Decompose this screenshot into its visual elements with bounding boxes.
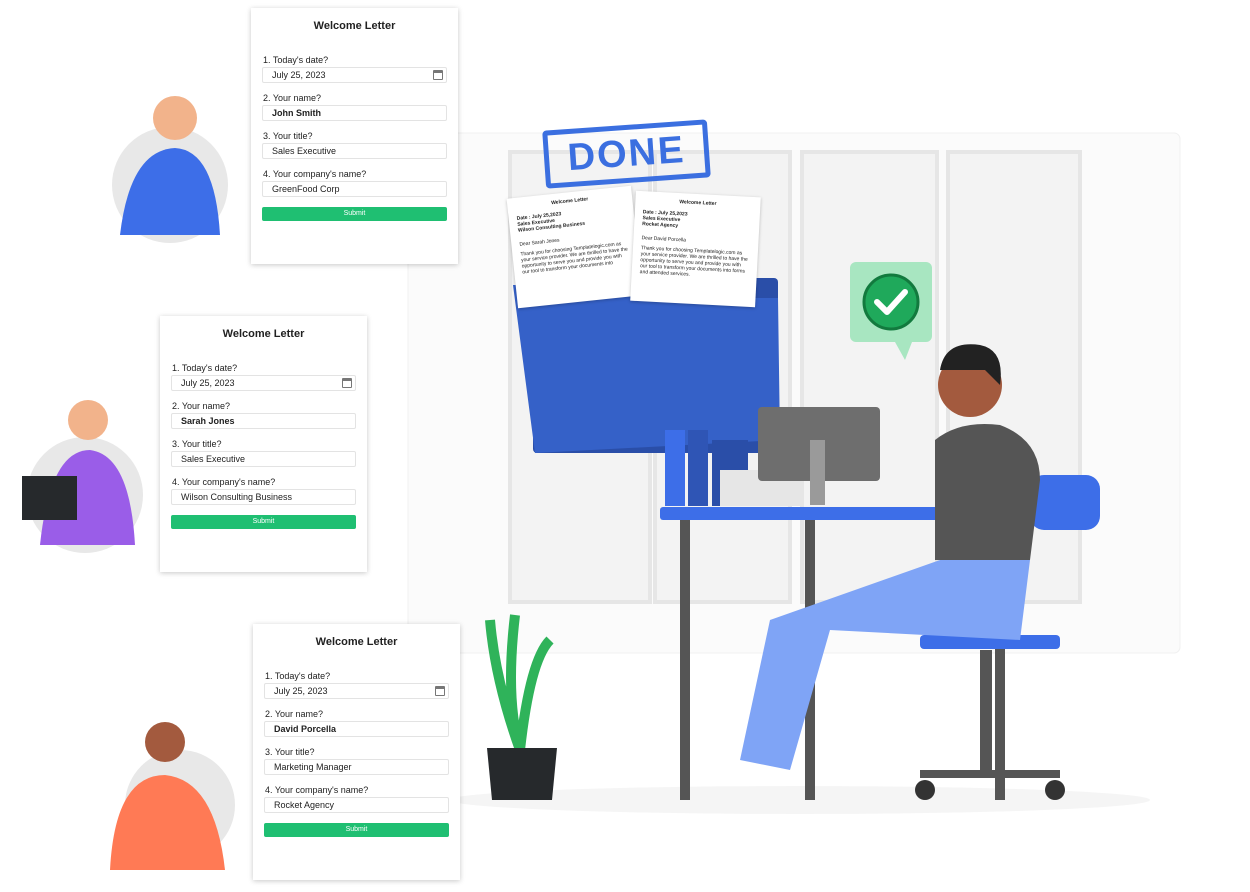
title-input[interactable]: Sales Executive bbox=[262, 143, 447, 159]
name-input[interactable]: Sarah Jones bbox=[171, 413, 356, 429]
welcome-form-david: Welcome Letter 1. Today's date? July 25,… bbox=[253, 624, 460, 880]
title-label: 3. Your title? bbox=[172, 439, 222, 449]
chair-back bbox=[1030, 475, 1100, 530]
date-label: 1. Today's date? bbox=[172, 363, 238, 373]
name-label: 2. Your name? bbox=[263, 93, 322, 103]
floor-shadow bbox=[450, 786, 1150, 814]
submit-button[interactable]: Submit bbox=[264, 823, 449, 837]
company-label: 4. Your company's name? bbox=[265, 785, 369, 795]
date-input[interactable]: July 25, 2023 bbox=[262, 67, 447, 83]
calendar-icon[interactable] bbox=[433, 70, 443, 80]
calendar-icon[interactable] bbox=[342, 378, 352, 388]
title-input[interactable]: Marketing Manager bbox=[264, 759, 449, 775]
company-label: 4. Your company's name? bbox=[172, 477, 276, 487]
person-body bbox=[935, 424, 1040, 560]
date-label: 1. Today's date? bbox=[265, 671, 331, 681]
folder-front bbox=[513, 285, 780, 453]
done-stamp: DONE bbox=[542, 119, 711, 189]
check-icon bbox=[862, 273, 920, 331]
welcome-form-sarah: Welcome Letter 1. Today's date? July 25,… bbox=[160, 316, 367, 572]
date-input[interactable]: July 25, 2023 bbox=[171, 375, 356, 391]
name-label: 2. Your name? bbox=[172, 401, 231, 411]
title-input[interactable]: Sales Executive bbox=[171, 451, 356, 467]
date-value: July 25, 2023 bbox=[274, 686, 328, 696]
date-value: July 25, 2023 bbox=[181, 378, 235, 388]
form-title: Welcome Letter bbox=[313, 20, 396, 32]
submit-button[interactable]: Submit bbox=[171, 515, 356, 529]
company-label: 4. Your company's name? bbox=[263, 169, 367, 179]
title-label: 3. Your title? bbox=[265, 747, 315, 757]
date-label: 1. Today's date? bbox=[263, 55, 329, 65]
date-value: July 25, 2023 bbox=[272, 70, 326, 80]
letter-body: Thank you for choosing Templatelogic.com… bbox=[639, 245, 748, 278]
plant-pot bbox=[487, 748, 557, 800]
calendar-icon[interactable] bbox=[435, 686, 445, 696]
title-label: 3. Your title? bbox=[263, 131, 313, 141]
company-input[interactable]: GreenFood Corp bbox=[262, 181, 447, 197]
submit-button[interactable]: Submit bbox=[262, 207, 447, 221]
company-input[interactable]: Rocket Agency bbox=[264, 797, 449, 813]
letter-david: Welcome Letter Date : July 25,2023 Sales… bbox=[630, 190, 761, 308]
form-title: Welcome Letter bbox=[222, 328, 305, 340]
date-input[interactable]: July 25, 2023 bbox=[264, 683, 449, 699]
letter-title: Welcome Letter bbox=[679, 199, 717, 208]
letter-sarah: Welcome Letter Date : July 25,2023 Sales… bbox=[506, 185, 643, 309]
name-input[interactable]: John Smith bbox=[262, 105, 447, 121]
name-input[interactable]: David Porcella bbox=[264, 721, 449, 737]
form-title: Welcome Letter bbox=[315, 636, 398, 648]
welcome-form-john: Welcome Letter 1. Today's date? July 25,… bbox=[251, 8, 458, 264]
company-input[interactable]: Wilson Consulting Business bbox=[171, 489, 356, 505]
name-label: 2. Your name? bbox=[265, 709, 324, 719]
